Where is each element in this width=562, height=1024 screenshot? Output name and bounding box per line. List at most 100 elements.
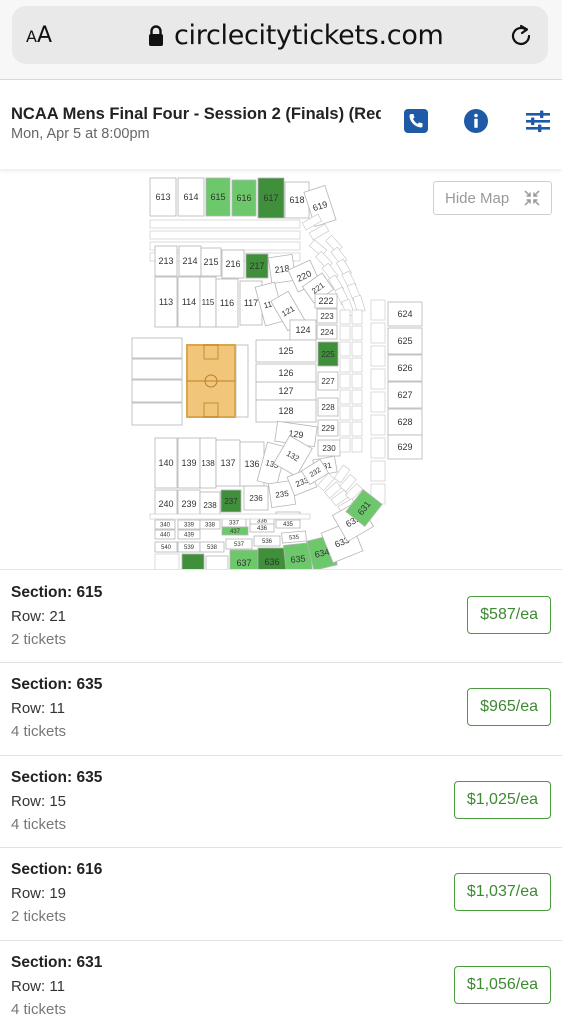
section-225[interactable]: 225 (317, 341, 339, 367)
listing-item[interactable]: Section: 615 Row: 21 2 tickets $587/ea (0, 571, 562, 664)
section-label: 616 (236, 193, 251, 203)
section-label: 613 (155, 192, 170, 202)
section-139: 139 (177, 437, 201, 489)
minor-seat-strip (339, 421, 351, 437)
aa-big-glyph: A (36, 23, 53, 48)
listing-item[interactable]: Section: 616 Row: 19 2 tickets $1,037/ea (0, 848, 562, 941)
section-615[interactable]: 615 (205, 177, 231, 217)
ticket-listings: Section: 615 Row: 21 2 tickets $587/ea Secti… (0, 571, 562, 1024)
section-label: 223 (320, 312, 334, 321)
minor-seat-strip (351, 405, 363, 421)
listing-quantity: 4 tickets (11, 723, 67, 741)
section-label: 337 (229, 521, 240, 527)
section-617[interactable]: 617 (257, 177, 285, 219)
section-label: 216 (225, 259, 240, 269)
section-140: 140 (154, 437, 178, 489)
price-button[interactable]: $1,025/ea (453, 780, 551, 819)
section-629: 629 (387, 434, 423, 460)
section-label: 536 (262, 539, 273, 545)
listing-item[interactable]: Section: 635 Row: 11 4 tickets $965/ea (0, 663, 562, 756)
listing-section: Section: 635 (11, 768, 103, 786)
seat-map-canvas[interactable]: 613 614 615 616 617 618 619213 214 215 216 217 218 2… (0, 170, 562, 570)
section-label: 635 (290, 553, 306, 565)
reload-icon[interactable] (508, 23, 534, 49)
minor-seat-strip (370, 414, 386, 436)
phone-icon[interactable] (403, 108, 429, 134)
info-icon[interactable] (463, 108, 489, 134)
section-137: 137 (215, 439, 241, 487)
section-label: 238 (203, 501, 217, 510)
section-label: 139 (181, 458, 196, 468)
section-label: 617 (263, 193, 278, 203)
seat-map[interactable]: 613 614 615 616 617 618 619 213 214 215 216 217 218 2… (0, 170, 562, 570)
minor-seat-strip (339, 373, 351, 389)
url-text[interactable]: circlecitytickets.com (174, 20, 444, 51)
minor-seat-strip (351, 437, 363, 453)
section-614: 614 (177, 177, 205, 217)
event-date: Mon, Apr 5 at 8:00pm (11, 126, 150, 142)
price-button[interactable]: $587/ea (467, 596, 551, 634)
listing-quantity: 2 tickets (11, 908, 67, 926)
section-339: 339 (177, 519, 201, 530)
section-label: 624 (397, 309, 412, 319)
listing-item[interactable]: Section: 631 Row: 11 4 tickets $1,056/ea (0, 940, 562, 1024)
section-618: 618 (284, 181, 310, 219)
section-label: 540 (161, 545, 172, 551)
minor-seat-strip (154, 553, 180, 569)
minor-seat-strip (339, 389, 351, 405)
section-label: 115 (202, 298, 215, 307)
section-113: 113 (154, 276, 178, 328)
price-button[interactable]: $1,056/ea (453, 965, 551, 1004)
minor-seat-strip (351, 421, 363, 437)
section-label: 537 (234, 542, 245, 548)
section-636[interactable]: 636 (257, 547, 287, 570)
minor-seat-strip (370, 299, 386, 321)
section-label: 629 (397, 442, 412, 452)
section-435: 435 (275, 519, 301, 529)
section-127: 127 (255, 381, 317, 401)
minor-seat-strip (370, 368, 386, 390)
section-440: 440 (154, 529, 176, 540)
section-label: 215 (203, 257, 218, 267)
section-label: 127 (278, 386, 293, 396)
section-213: 213 (154, 245, 178, 277)
section-616[interactable]: 616 (231, 179, 257, 217)
minor-seat-strip (351, 341, 363, 357)
browser-toolbar: AA circlecitytickets.com (0, 0, 562, 80)
text-size-button[interactable]: AA (26, 23, 52, 48)
section-label: 435 (283, 522, 294, 528)
section-label: 340 (160, 523, 171, 529)
section-237[interactable]: 237 (220, 489, 242, 513)
section-label: 235 (275, 489, 290, 500)
section-label: 227 (321, 377, 335, 386)
section-label: 627 (397, 390, 412, 400)
section-label: 114 (182, 297, 196, 307)
section-437[interactable]: 437 (221, 526, 249, 536)
section-label: 240 (158, 499, 173, 509)
minor-seat-strip (339, 357, 351, 373)
floor-box (131, 379, 183, 403)
section-label: 637 (236, 558, 251, 568)
minor-seat-strip (339, 405, 351, 421)
section-613: 613 (149, 177, 177, 217)
section-637[interactable]: 637 (229, 549, 259, 570)
listing-row: Row: 11 (11, 700, 65, 718)
filter-settings-icon[interactable] (525, 108, 551, 134)
section-128: 128 (255, 399, 317, 423)
section-535: 535 (281, 530, 307, 544)
section-540: 540 (154, 541, 178, 553)
listing-section: Section: 631 (11, 953, 103, 971)
section-label: 437 (230, 529, 241, 535)
section-label: 229 (321, 424, 335, 433)
section-label: 439 (184, 533, 195, 539)
price-button[interactable]: $965/ea (467, 688, 551, 727)
hide-map-button[interactable]: Hide Map (433, 181, 552, 215)
price-button[interactable]: $1,037/ea (453, 873, 551, 912)
section-229: 229 (317, 419, 339, 437)
address-bar[interactable]: AA circlecitytickets.com (12, 6, 548, 64)
minor-seat-strip (351, 389, 363, 405)
section-224: 224 (316, 324, 338, 340)
section-217[interactable]: 217 (245, 253, 269, 279)
section-114: 114 (177, 276, 201, 328)
listing-item[interactable]: Section: 635 Row: 15 4 tickets $1,025/ea (0, 755, 562, 849)
